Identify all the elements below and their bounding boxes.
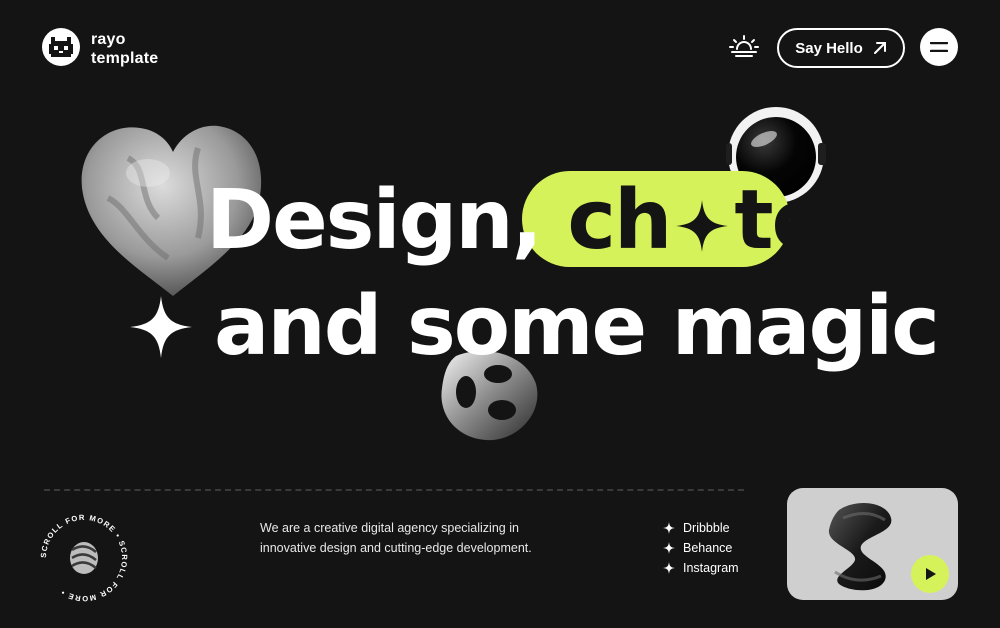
brand-line-1: rayo	[91, 31, 126, 48]
say-hello-label: Say Hello	[795, 39, 863, 57]
sparkle-icon	[130, 296, 192, 358]
highlight-word-right: te	[734, 173, 827, 268]
theme-toggle-button[interactable]	[728, 34, 760, 60]
sparkle-icon	[663, 542, 675, 554]
pixel-cat-icon	[49, 37, 73, 57]
social-label: Behance	[683, 541, 733, 555]
logo-mark[interactable]	[42, 28, 80, 66]
social-link-dribbble[interactable]: Dribbble	[663, 518, 739, 538]
twist-icon	[70, 542, 98, 574]
menu-button[interactable]	[920, 28, 958, 66]
sunrise-icon	[729, 35, 759, 57]
hero-design-word: Design,	[206, 173, 568, 268]
play-button[interactable]	[911, 555, 949, 593]
arrow-up-right-icon	[873, 42, 886, 54]
hero-line-1: Design, ch te	[206, 180, 827, 262]
section-divider	[44, 489, 744, 491]
brand-line-2: template	[91, 50, 159, 67]
video-preview-card[interactable]	[787, 488, 958, 600]
hero-line-2: and some magic	[214, 279, 940, 374]
sparkle-icon	[676, 199, 729, 252]
social-label: Instagram	[683, 561, 739, 575]
highlight-word-left: ch	[567, 173, 672, 268]
hamburger-icon	[930, 42, 948, 52]
social-link-instagram[interactable]: Instagram	[663, 558, 739, 578]
brand-name[interactable]: rayo template	[91, 30, 158, 68]
say-hello-button[interactable]: Say Hello	[777, 28, 905, 68]
sparkle-icon	[663, 562, 675, 574]
agency-description: We are a creative digital agency special…	[260, 521, 532, 555]
sparkle-icon	[663, 522, 675, 534]
social-link-behance[interactable]: Behance	[663, 538, 739, 558]
social-links: Dribbble Behance Instagram	[663, 518, 739, 578]
social-label: Dribbble	[683, 521, 730, 535]
scroll-for-more-badge[interactable]: SCROLL FOR MORE • SCROLL FOR MORE •	[38, 512, 130, 604]
play-icon	[926, 568, 936, 580]
